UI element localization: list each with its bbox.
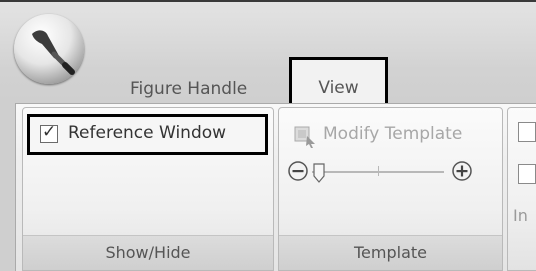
window-top-border: [0, 0, 536, 2]
modify-template-icon: [294, 126, 315, 148]
reference-window-label: Reference Window: [68, 123, 227, 143]
reference-window-check[interactable]: ✓: [40, 122, 58, 143]
zoom-out-icon[interactable]: [287, 160, 309, 182]
tab-figure-handle[interactable]: Figure Handle: [130, 75, 247, 103]
tab-view-label: View: [318, 78, 359, 98]
group-template-label: Template: [279, 235, 502, 270]
partial-checkbox-2[interactable]: [518, 164, 536, 184]
reference-window-checkbox[interactable]: ✓ Reference Window: [27, 114, 268, 155]
zoom-slider-center-tick: [378, 166, 379, 176]
checkmark-icon: ✓: [42, 122, 57, 142]
modify-template-label: Modify Template: [323, 124, 463, 144]
group-show-hide-label: Show/Hide: [23, 235, 273, 270]
application-menu-button[interactable]: [14, 14, 84, 84]
slider-thumb-icon[interactable]: [312, 162, 326, 184]
paintbrush-icon: [32, 30, 75, 75]
partial-group-text: In: [513, 206, 528, 225]
zoom-in-icon[interactable]: [451, 160, 473, 182]
partial-checkbox-1[interactable]: [518, 122, 536, 142]
ribbon-window: Figure Handle View Show/Hide ✓ Reference…: [0, 0, 536, 271]
